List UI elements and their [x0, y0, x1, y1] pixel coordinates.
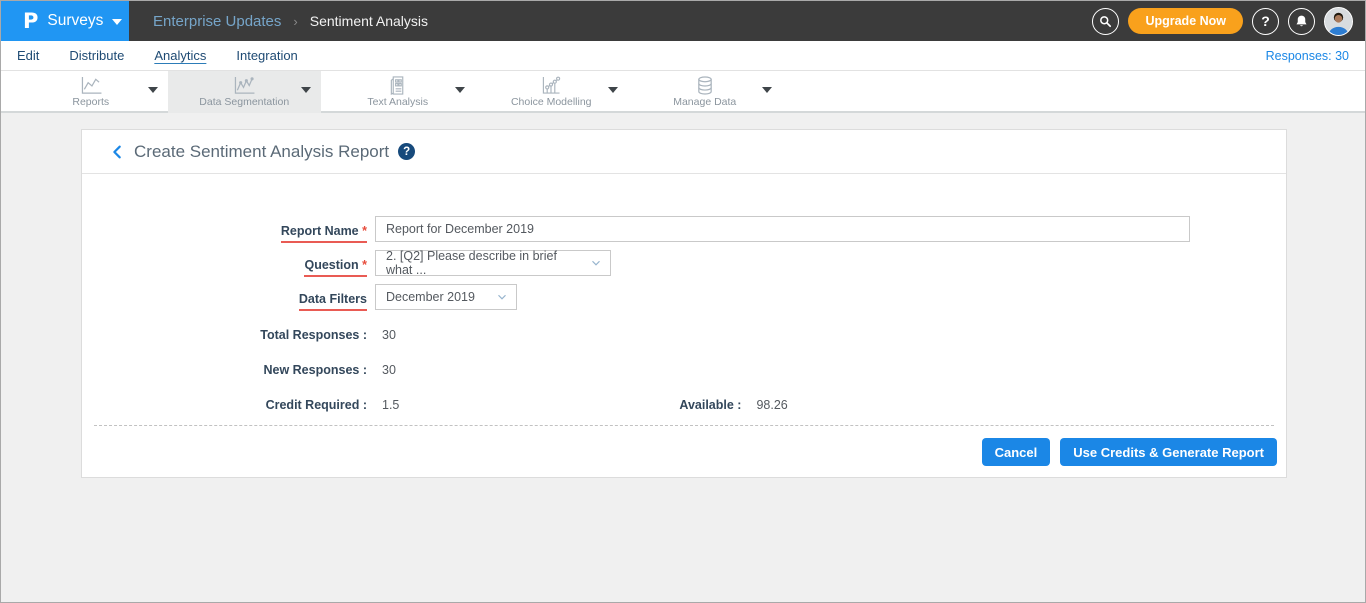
questionpro-logo-icon: P [23, 11, 38, 32]
credit-required-row: Credit Required : 1.5 Available : 98.26 [82, 395, 1286, 414]
toolbar-tab-label: Data Segmentation [199, 96, 289, 108]
scatter-line-chart-icon [232, 76, 256, 95]
responses-count[interactable]: Responses: 30 [1266, 49, 1349, 63]
document-grid-icon [388, 76, 408, 95]
search-button[interactable] [1092, 8, 1119, 35]
app-window: P Surveys Enterprise Updates › Sentiment… [0, 0, 1366, 603]
report-name-input[interactable] [375, 216, 1190, 242]
breadcrumb-survey-name[interactable]: Enterprise Updates [153, 13, 281, 30]
chevron-down-icon [455, 87, 465, 93]
title-help-button[interactable]: ? [398, 143, 415, 160]
credit-required-value: 1.5 [382, 398, 399, 412]
report-name-row: Report Name * [82, 216, 1286, 243]
question-label: Question * [304, 258, 367, 277]
available-label: Available : [679, 398, 741, 412]
back-button[interactable] [110, 144, 125, 160]
new-responses-value: 30 [382, 363, 396, 377]
report-form: Report Name * Question * 2. [Q2] Please … [82, 174, 1286, 477]
bell-icon [1294, 14, 1309, 29]
top-bar: P Surveys Enterprise Updates › Sentiment… [1, 1, 1365, 41]
toolbar-tab-manage-data[interactable]: Manage Data [628, 71, 782, 113]
topbar-actions: Upgrade Now ? [1092, 1, 1353, 41]
required-asterisk: * [362, 258, 367, 272]
dot-plot-icon [539, 76, 563, 95]
toolbar-tab-label: Text Analysis [367, 96, 428, 108]
question-select-value: 2. [Q2] Please describe in brief what ..… [386, 249, 580, 277]
breadcrumb-current-page: Sentiment Analysis [310, 13, 428, 29]
new-responses-label: New Responses : [82, 363, 367, 377]
toolbar-tab-text-analysis[interactable]: Text Analysis [321, 71, 475, 113]
page-title: Create Sentiment Analysis Report [134, 142, 389, 162]
help-button[interactable]: ? [1252, 8, 1279, 35]
surveys-product-menu[interactable]: P Surveys [1, 1, 129, 41]
chevron-down-icon [762, 87, 772, 93]
chevron-down-icon [112, 19, 122, 25]
notifications-button[interactable] [1288, 8, 1315, 35]
database-icon [695, 76, 715, 95]
question-mark-icon: ? [1261, 13, 1270, 29]
credit-required-label: Credit Required : [82, 398, 367, 412]
nav-item-analytics[interactable]: Analytics [154, 48, 206, 64]
toolbar-tab-reports[interactable]: Reports [14, 71, 168, 113]
cancel-button[interactable]: Cancel [982, 438, 1051, 466]
available-value: 98.26 [756, 398, 787, 412]
toolbar-tab-data-segmentation[interactable]: Data Segmentation [168, 71, 322, 113]
question-mark-icon: ? [403, 146, 410, 158]
card-footer: Cancel Use Credits & Generate Report [82, 426, 1286, 477]
total-responses-value: 30 [382, 328, 396, 342]
user-avatar[interactable] [1324, 7, 1353, 36]
data-filters-select-value: December 2019 [386, 290, 486, 304]
data-filters-select[interactable]: December 2019 [375, 284, 517, 310]
nav-item-distribute[interactable]: Distribute [69, 48, 124, 64]
breadcrumb-separator-icon: › [293, 14, 297, 29]
toolbar-tab-label: Manage Data [673, 96, 736, 108]
total-responses-label: Total Responses : [82, 328, 367, 342]
data-filters-label: Data Filters [299, 292, 367, 311]
new-responses-row: New Responses : 30 [82, 360, 1286, 379]
chevron-down-icon [608, 87, 618, 93]
chevron-down-icon [301, 87, 311, 93]
survey-nav: Edit Distribute Analytics Integration Re… [1, 41, 1365, 71]
available-credits-group: Available : 98.26 [679, 398, 787, 412]
toolbar-tab-choice-modelling[interactable]: Choice Modelling [475, 71, 629, 113]
breadcrumb: Enterprise Updates › Sentiment Analysis [153, 13, 428, 30]
card-header: Create Sentiment Analysis Report ? [82, 130, 1286, 174]
required-asterisk: * [362, 224, 367, 238]
create-report-card: Create Sentiment Analysis Report ? Repor… [81, 129, 1287, 478]
generate-report-button[interactable]: Use Credits & Generate Report [1060, 438, 1277, 466]
analytics-toolbar: Reports Data Segmentation Text Analysis … [1, 71, 1365, 113]
nav-item-edit[interactable]: Edit [17, 48, 39, 64]
toolbar-tab-label: Reports [72, 96, 109, 108]
line-chart-icon [79, 76, 103, 95]
product-name: Surveys [47, 12, 103, 30]
toolbar-tab-label: Choice Modelling [511, 96, 592, 108]
upgrade-now-button[interactable]: Upgrade Now [1128, 8, 1243, 34]
chevron-down-icon [148, 87, 158, 93]
data-filters-row: Data Filters December 2019 [82, 284, 1286, 311]
nav-item-integration[interactable]: Integration [236, 48, 297, 64]
report-name-label: Report Name * [281, 224, 367, 243]
search-icon [1098, 14, 1113, 29]
question-row: Question * 2. [Q2] Please describe in br… [82, 250, 1286, 277]
chevron-down-icon [590, 257, 602, 269]
avatar-photo [1325, 8, 1352, 35]
total-responses-row: Total Responses : 30 [82, 325, 1286, 344]
question-select[interactable]: 2. [Q2] Please describe in brief what ..… [375, 250, 611, 276]
chevron-down-icon [496, 291, 508, 303]
